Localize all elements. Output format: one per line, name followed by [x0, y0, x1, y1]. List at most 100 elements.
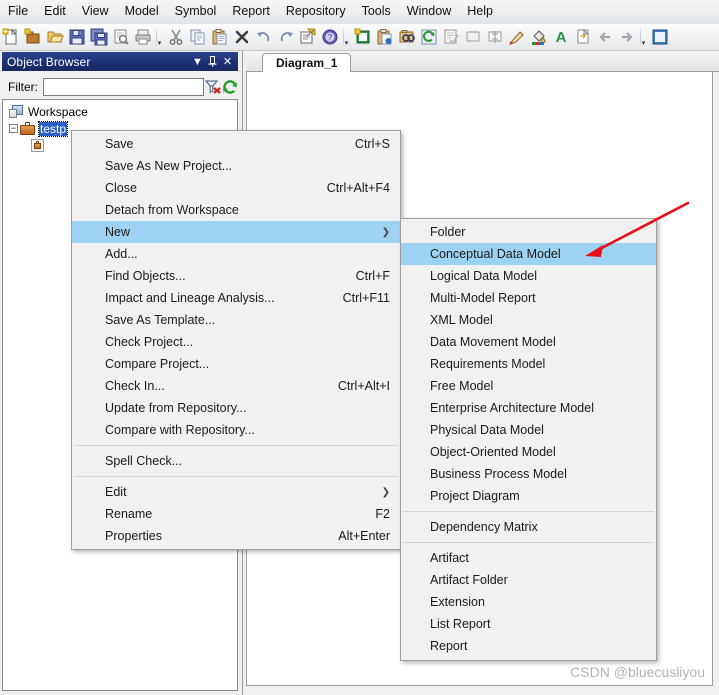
delete-icon[interactable]	[231, 26, 253, 48]
ctx-menu-item-check-in[interactable]: Check In... Ctrl+Alt+I	[72, 375, 400, 397]
menu-separator	[74, 445, 398, 446]
chevron-down-icon: ▾	[157, 40, 162, 47]
new-submenu-item-artifact-folder[interactable]: Artifact Folder	[401, 569, 656, 591]
menu-window[interactable]: Window	[399, 1, 459, 22]
ctx-menu-item-save[interactable]: Save Ctrl+S	[72, 133, 400, 155]
ctx-menu-item-update-from-repository[interactable]: Update from Repository...	[72, 397, 400, 419]
menu-tools[interactable]: Tools	[354, 1, 399, 22]
ctx-menu-item-rename[interactable]: Rename F2	[72, 503, 400, 525]
clear-filter-icon[interactable]	[204, 77, 221, 97]
new-submenu-item-dependency-matrix[interactable]: Dependency Matrix	[401, 516, 656, 538]
menu-view[interactable]: View	[74, 1, 117, 22]
close-icon[interactable]: ✕	[220, 54, 235, 69]
new-submenu-item-report[interactable]: Report	[401, 635, 656, 657]
menu-repository[interactable]: Repository	[278, 1, 354, 22]
save-icon[interactable]	[66, 26, 88, 48]
new-submenu-item-physical-data-model[interactable]: Physical Data Model	[401, 419, 656, 441]
paste-icon[interactable]	[209, 26, 231, 48]
menu-edit[interactable]: Edit	[36, 1, 74, 22]
align-icon[interactable]	[484, 26, 506, 48]
ctx-menu-item-new[interactable]: New ❯	[72, 221, 400, 243]
project-briefcase-icon	[20, 121, 36, 136]
new-submenu-item-extension[interactable]: Extension	[401, 591, 656, 613]
menu-item-label: Edit	[105, 485, 127, 499]
copy-icon[interactable]	[187, 26, 209, 48]
new-submenu-item-artifact[interactable]: Artifact	[401, 547, 656, 569]
menu-item-label: Conceptual Data Model	[430, 247, 561, 261]
help-icon[interactable]: ?	[319, 26, 341, 48]
menu-item-label: New	[105, 225, 131, 239]
new-submenu-item-project-diagram[interactable]: Project Diagram	[401, 485, 656, 507]
menu-symbol[interactable]: Symbol	[167, 1, 225, 22]
refresh-icon[interactable]	[418, 26, 440, 48]
chevron-down-icon[interactable]: ▼	[190, 54, 205, 69]
new-submenu-item-requirements-model[interactable]: Requirements Model	[401, 353, 656, 375]
new-submenu-item-business-process-model[interactable]: Business Process Model	[401, 463, 656, 485]
menu-file[interactable]: File	[0, 1, 36, 22]
ctx-menu-item-compare-with-repository[interactable]: Compare with Repository...	[72, 419, 400, 441]
new-submenu-item-folder[interactable]: Folder	[401, 221, 656, 243]
menu-report[interactable]: Report	[224, 1, 278, 22]
redo-icon[interactable]	[275, 26, 297, 48]
new-submenu-item-xml-model[interactable]: XML Model	[401, 309, 656, 331]
format-brush-icon[interactable]	[506, 26, 528, 48]
panel-icon[interactable]	[649, 26, 671, 48]
ctx-menu-item-save-as-new-project[interactable]: Save As New Project...	[72, 155, 400, 177]
tab-diagram-1[interactable]: Diagram_1	[262, 53, 352, 73]
cut-icon[interactable]	[165, 26, 187, 48]
next-icon[interactable]	[616, 26, 638, 48]
ctx-menu-item-compare-project[interactable]: Compare Project...	[72, 353, 400, 375]
ctx-menu-item-save-as-template[interactable]: Save As Template...	[72, 309, 400, 331]
ctx-menu-item-properties[interactable]: Properties Alt+Enter	[72, 525, 400, 547]
new-submenu-item-data-movement-model[interactable]: Data Movement Model	[401, 331, 656, 353]
menu-item-label: Rename	[105, 507, 153, 521]
print-icon[interactable]	[132, 26, 154, 48]
menu-item-label: Enterprise Architecture Model	[430, 401, 594, 415]
menu-item-label: Find Objects...	[105, 269, 186, 283]
new-document-icon[interactable]	[0, 26, 22, 48]
properties-icon[interactable]	[297, 26, 319, 48]
new-submenu-item-logical-data-model[interactable]: Logical Data Model	[401, 265, 656, 287]
print-preview-icon[interactable]	[110, 26, 132, 48]
toolbar-overflow-handle[interactable]: ▾	[154, 26, 165, 48]
new-submenu-item-multi-model-report[interactable]: Multi-Model Report	[401, 287, 656, 309]
ctx-menu-item-close[interactable]: Close Ctrl+Alt+F4	[72, 177, 400, 199]
open-folder-icon[interactable]	[44, 26, 66, 48]
paste-special-icon[interactable]	[374, 26, 396, 48]
filter-input[interactable]	[43, 78, 204, 96]
ctx-menu-item-detach-from-workspace[interactable]: Detach from Workspace	[72, 199, 400, 221]
tree-expander[interactable]: −	[9, 124, 18, 133]
tree-row[interactable]: Workspace	[3, 103, 237, 120]
menu-model[interactable]: Model	[117, 1, 167, 22]
menu-help[interactable]: Help	[459, 1, 501, 22]
ctx-menu-item-edit[interactable]: Edit ❯	[72, 481, 400, 503]
save-all-icon[interactable]	[88, 26, 110, 48]
ctx-menu-item-impact-and-lineage-analysis[interactable]: Impact and Lineage Analysis... Ctrl+F11	[72, 287, 400, 309]
ctx-menu-item-add[interactable]: Add...	[72, 243, 400, 265]
find-objects-icon[interactable]	[396, 26, 418, 48]
undo-icon[interactable]	[253, 26, 275, 48]
menu-item-label: Project Diagram	[430, 489, 520, 503]
toolbar-overflow-handle[interactable]: ▾	[341, 26, 352, 48]
shape-icon[interactable]	[462, 26, 484, 48]
filter-row: Filter:	[2, 75, 238, 99]
menu-item-shortcut: Ctrl+F11	[342, 291, 390, 305]
ctx-menu-item-find-objects[interactable]: Find Objects... Ctrl+F	[72, 265, 400, 287]
new-submenu-item-object-oriented-model[interactable]: Object-Oriented Model	[401, 441, 656, 463]
new-submenu-item-list-report[interactable]: List Report	[401, 613, 656, 635]
fill-color-icon[interactable]	[528, 26, 550, 48]
check-model-icon[interactable]	[440, 26, 462, 48]
refresh-icon[interactable]	[221, 77, 238, 97]
new-package-icon[interactable]	[22, 26, 44, 48]
new-submenu-item-conceptual-data-model[interactable]: Conceptual Data Model	[401, 243, 656, 265]
new-submenu-item-enterprise-architecture-model[interactable]: Enterprise Architecture Model	[401, 397, 656, 419]
export-icon[interactable]	[572, 26, 594, 48]
pin-icon[interactable]	[205, 54, 220, 69]
new-diagram-icon[interactable]	[352, 26, 374, 48]
previous-icon[interactable]	[594, 26, 616, 48]
font-color-icon[interactable]: A	[550, 26, 572, 48]
toolbar-overflow-handle[interactable]: ▾	[638, 26, 649, 48]
new-submenu-item-free-model[interactable]: Free Model	[401, 375, 656, 397]
ctx-menu-item-spell-check[interactable]: Spell Check...	[72, 450, 400, 472]
ctx-menu-item-check-project[interactable]: Check Project...	[72, 331, 400, 353]
